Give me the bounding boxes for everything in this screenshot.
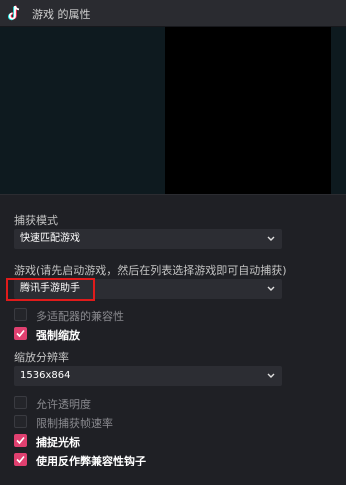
chevron-down-icon (267, 373, 275, 378)
chevron-down-icon (267, 286, 275, 291)
scale-resolution-value: 1536x864 (20, 370, 71, 381)
checkbox-label: 允许透明度 (36, 398, 91, 411)
game-label: 游戏(请先启动游戏，然后在列表选择游戏即可自动捕获) (14, 264, 287, 277)
checkbox-box[interactable] (14, 308, 27, 321)
checkmark-icon (16, 329, 25, 338)
checkbox-label: 捕捉光标 (36, 436, 80, 449)
preview-frame (165, 27, 331, 194)
divider (0, 194, 346, 195)
capture-preview (0, 27, 346, 194)
force-scaling-checkbox[interactable]: 强制缩放 (14, 326, 314, 342)
multi-adapter-compat-checkbox[interactable]: 多适配器的兼容性 (14, 307, 314, 323)
checkbox-box[interactable] (14, 453, 27, 466)
allow-transparency-checkbox[interactable]: 允许透明度 (14, 395, 314, 411)
checkbox-label: 限制捕获帧速率 (36, 417, 113, 430)
window-title: 游戏 的属性 (32, 8, 91, 21)
chevron-down-icon (267, 236, 275, 241)
capture-mode-value: 快速匹配游戏 (20, 233, 80, 244)
checkbox-box[interactable] (14, 327, 27, 340)
checkbox-label: 强制缩放 (36, 329, 80, 342)
checkbox-box[interactable] (14, 415, 27, 428)
capture-mode-select[interactable]: 快速匹配游戏 (14, 229, 282, 249)
title-bar: 游戏 的属性 (0, 0, 346, 27)
tiktok-logo-icon (6, 4, 23, 21)
scale-resolution-select[interactable]: 1536x864 (14, 366, 282, 386)
checkmark-icon (16, 436, 25, 445)
highlight-annotation (6, 278, 95, 301)
checkbox-box[interactable] (14, 434, 27, 447)
bottom-edge (0, 466, 346, 485)
limit-capture-framerate-checkbox[interactable]: 限制捕获帧速率 (14, 414, 314, 430)
capture-cursor-checkbox[interactable]: 捕捉光标 (14, 433, 314, 449)
checkmark-icon (16, 455, 25, 464)
capture-mode-label: 捕获模式 (14, 214, 58, 227)
scale-resolution-label: 缩放分辨率 (14, 351, 69, 364)
checkbox-label: 多适配器的兼容性 (36, 310, 124, 323)
checkbox-box[interactable] (14, 396, 27, 409)
